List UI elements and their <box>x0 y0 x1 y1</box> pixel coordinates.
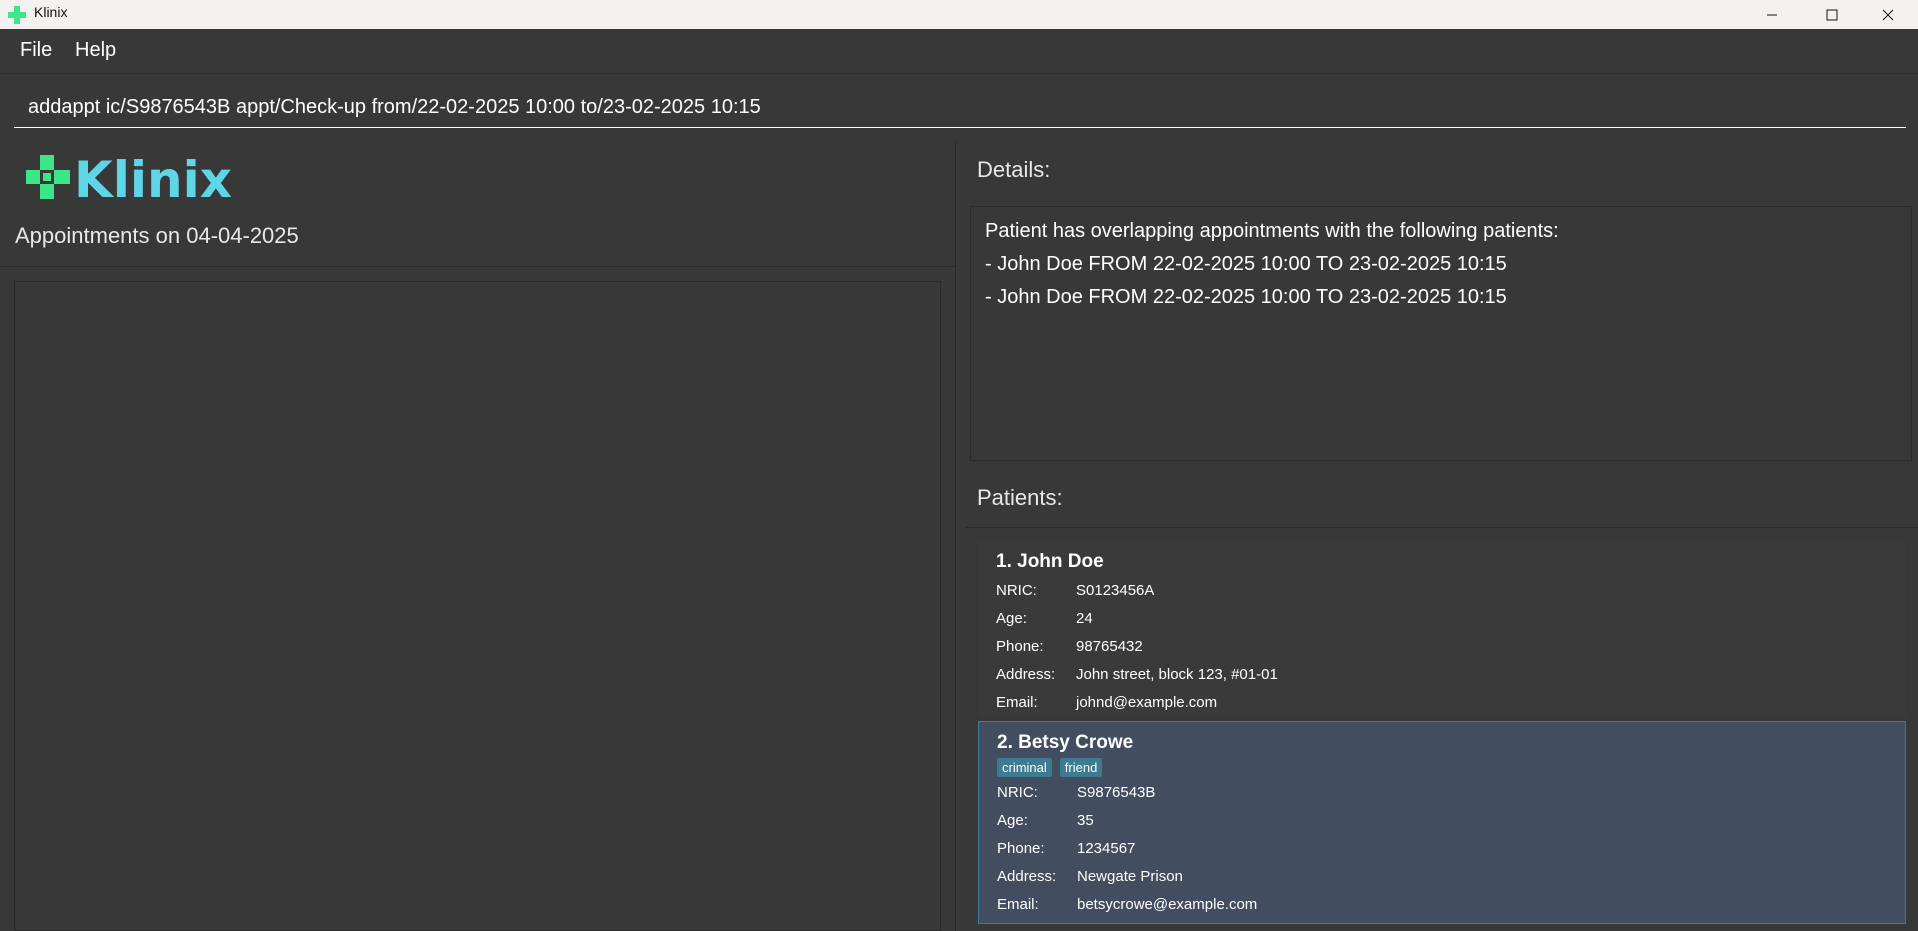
minimize-icon <box>1767 14 1777 15</box>
phone-label: Phone: <box>997 840 1045 857</box>
klinix-app-icon <box>8 6 26 24</box>
tag-badge: friend <box>1059 758 1103 777</box>
close-icon <box>1882 9 1894 20</box>
patient-age-row: Age: 35 <box>997 807 1887 835</box>
svg-text:Klinix: Klinix <box>74 151 231 207</box>
appointment-list[interactable] <box>14 281 941 931</box>
phone-label: Phone: <box>996 638 1044 655</box>
email-label: Email: <box>997 896 1039 913</box>
age-label: Age: <box>996 610 1027 627</box>
address-label: Address: <box>996 666 1056 683</box>
address-label: Address: <box>997 868 1057 885</box>
divider <box>0 266 955 267</box>
title-bar: Klinix <box>0 0 1918 29</box>
nric-label: NRIC: <box>997 784 1038 801</box>
patient-age-row: Age: 24 <box>996 605 1888 633</box>
phone-value: 98765432 <box>1076 638 1143 655</box>
nric-label: NRIC: <box>996 582 1037 599</box>
email-value: johnd@example.com <box>1076 694 1218 711</box>
nric-value: S0123456A <box>1076 582 1155 599</box>
patient-phone-row: Phone: 1234567 <box>997 835 1887 863</box>
patient-address-row: Address: Newgate Prison <box>997 863 1887 891</box>
command-box <box>0 73 1918 143</box>
appointments-title: Appointments on 04-04-2025 <box>15 223 299 248</box>
right-panel: Details: Patient has overlapping appoint… <box>956 141 1918 931</box>
details-label: Details: <box>977 157 1051 182</box>
details-line: - John Doe FROM 22-02-2025 10:00 TO 23-0… <box>985 286 1507 308</box>
patient-email-row: Email: betsycrowe@example.com <box>997 891 1887 919</box>
age-value: 24 <box>1076 610 1093 627</box>
age-label: Age: <box>997 812 1028 829</box>
patient-name: 1. John Doe <box>996 551 1104 572</box>
nric-value: S9876543B <box>1077 784 1156 801</box>
details-line: Patient has overlapping appointments wit… <box>985 220 1559 242</box>
patient-name: 2. Betsy Crowe <box>997 732 1134 753</box>
email-value: betsycrowe@example.com <box>1077 896 1258 913</box>
patient-card[interactable]: 1. John Doe NRIC: S0123456A Age: 24 Phone:… <box>978 541 1906 717</box>
patient-tags: criminal friend <box>997 758 1887 777</box>
email-label: Email: <box>996 694 1038 711</box>
patient-nric-row: NRIC: S9876543B <box>997 779 1887 807</box>
patients-label: Patients: <box>977 485 1063 510</box>
patient-email-row: Email: johnd@example.com <box>996 689 1888 717</box>
address-value: Newgate Prison <box>1077 868 1183 885</box>
phone-value: 1234567 <box>1077 840 1136 857</box>
patient-address-row: Address: John street, block 123, #01-01 <box>996 661 1888 689</box>
command-input[interactable] <box>14 88 1906 128</box>
window-title: Klinix <box>34 4 68 20</box>
age-value: 35 <box>1077 812 1094 829</box>
minimize-button[interactable] <box>1744 0 1800 29</box>
patient-card-selected[interactable]: 2. Betsy Crowe criminal friend NRIC: S987… <box>978 721 1906 924</box>
maximize-icon <box>1826 9 1838 20</box>
patient-phone-row: Phone: 98765432 <box>996 633 1888 661</box>
tag-badge: criminal <box>997 758 1052 777</box>
klinix-logo: Klinix <box>26 151 231 207</box>
close-button[interactable] <box>1860 0 1916 29</box>
details-line: - John Doe FROM 22-02-2025 10:00 TO 23-0… <box>985 253 1507 275</box>
menu-help[interactable]: Help <box>75 39 116 62</box>
menu-bar: File Help <box>0 29 1918 73</box>
address-value: John street, block 123, #01-01 <box>1076 666 1278 683</box>
result-display[interactable]: Patient has overlapping appointments wit… <box>970 206 1912 461</box>
menu-file[interactable]: File <box>20 39 52 62</box>
divider <box>966 527 1918 528</box>
maximize-button[interactable] <box>1804 0 1860 29</box>
patient-nric-row: NRIC: S0123456A <box>996 577 1888 605</box>
appointments-panel: Klinix Appointments on 04-04-2025 <box>0 141 956 931</box>
